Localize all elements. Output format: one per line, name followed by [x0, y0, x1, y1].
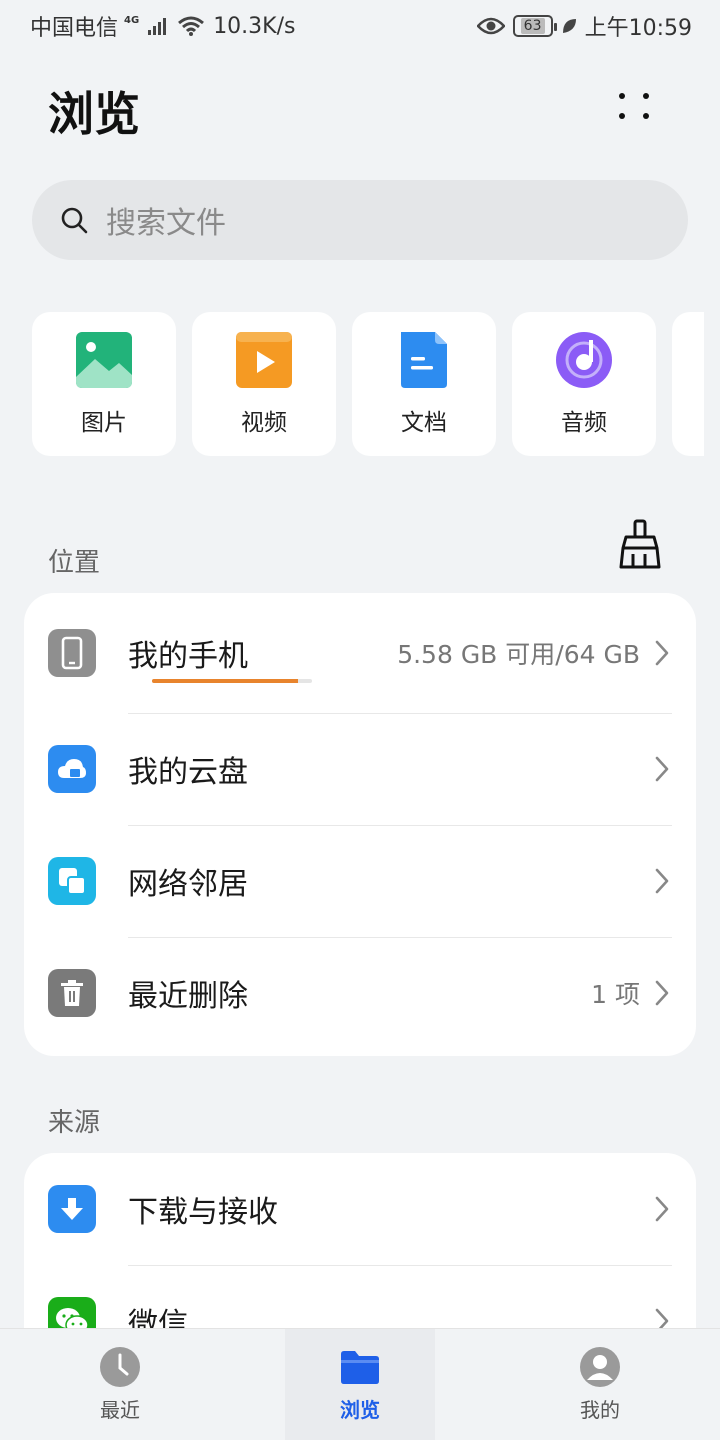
nav-label: 我的	[580, 1398, 620, 1422]
more-dot-icon	[643, 93, 649, 99]
network-type-label: 4G	[124, 14, 140, 26]
category-more[interactable]	[672, 312, 704, 456]
time-label: 上午10:59	[584, 16, 692, 41]
category-label: 文档	[401, 410, 447, 436]
status-bar: 中国电信 4G 10.3K/s 63 上午10:59	[0, 0, 720, 52]
section-title-source: 来源	[48, 1108, 101, 1138]
chevron-right-icon	[655, 756, 669, 782]
audio-icon	[556, 332, 612, 388]
battery-level-label: 63	[520, 18, 545, 34]
search-icon	[61, 207, 88, 234]
location-label: 我的云盘	[128, 755, 248, 790]
file-manager-screen: 中国电信 4G 10.3K/s 63 上午10:59 浏览 搜索文件 图片 视频…	[0, 0, 720, 1440]
category-documents[interactable]: 文档	[352, 312, 496, 456]
image-icon	[76, 332, 132, 388]
location-item-cloud-drive[interactable]: 我的云盘	[24, 713, 696, 825]
search-placeholder: 搜索文件	[106, 206, 226, 241]
nav-tab-browse[interactable]: 浏览	[285, 1329, 435, 1440]
section-title-location: 位置	[48, 548, 101, 578]
trash-icon	[48, 969, 96, 1017]
network-speed-label: 10.3K/s	[213, 13, 296, 39]
category-label: 图片	[81, 410, 127, 436]
search-input[interactable]: 搜索文件	[32, 180, 688, 260]
nav-tab-recent[interactable]: 最近	[0, 1329, 240, 1440]
status-left: 中国电信 4G 10.3K/s	[30, 10, 295, 42]
leaf-icon	[562, 19, 576, 33]
location-label: 网络邻居	[128, 867, 248, 902]
location-label: 最近删除	[128, 979, 248, 1014]
phone-icon	[48, 629, 96, 677]
category-label: 视频	[241, 410, 287, 436]
status-right: 63 上午10:59	[476, 10, 692, 42]
chevron-right-icon	[655, 868, 669, 894]
clean-brush-icon[interactable]	[616, 518, 664, 570]
download-icon	[48, 1185, 96, 1233]
eye-icon	[476, 17, 505, 35]
location-label: 我的手机	[128, 639, 248, 674]
page-title: 浏览	[48, 87, 140, 141]
document-icon	[401, 332, 447, 388]
more-options-button[interactable]	[612, 82, 660, 130]
chevron-right-icon	[655, 640, 669, 666]
location-card: 我的手机 5.58 GB 可用/64 GB 我的云盘 网络邻居 最近删除 1 项	[24, 593, 696, 1056]
storage-usage-fill	[152, 679, 298, 683]
network-icon	[48, 857, 96, 905]
source-item-downloads[interactable]: 下载与接收	[24, 1153, 696, 1265]
battery-icon: 63	[512, 15, 557, 37]
category-videos[interactable]: 视频	[192, 312, 336, 456]
category-audio[interactable]: 音频	[512, 312, 656, 456]
cloud-icon	[48, 745, 96, 793]
nav-label: 浏览	[340, 1398, 380, 1422]
profile-icon	[580, 1347, 620, 1387]
carrier-label: 中国电信	[30, 16, 119, 41]
bottom-nav: 最近 浏览 我的	[0, 1328, 720, 1440]
more-dot-icon	[619, 113, 625, 119]
location-item-my-phone[interactable]: 我的手机 5.58 GB 可用/64 GB	[24, 593, 696, 713]
folder-icon	[341, 1351, 379, 1384]
nav-tab-mine[interactable]: 我的	[480, 1329, 720, 1440]
more-dot-icon	[619, 93, 625, 99]
nav-label: 最近	[100, 1398, 140, 1422]
chevron-right-icon	[655, 1196, 669, 1222]
category-label: 音频	[561, 410, 607, 436]
clock-icon	[100, 1347, 140, 1387]
deleted-count: 1 项	[591, 980, 640, 1009]
source-label: 下载与接收	[128, 1195, 278, 1230]
storage-value: 5.58 GB 可用/64 GB	[397, 640, 640, 669]
chevron-right-icon	[655, 980, 669, 1006]
category-row: 图片 视频 文档 音频	[32, 312, 704, 458]
location-item-network-neighborhood[interactable]: 网络邻居	[24, 825, 696, 937]
wifi-icon	[178, 16, 205, 36]
more-dot-icon	[643, 113, 649, 119]
signal-icon	[148, 18, 167, 35]
storage-usage-bar	[152, 679, 312, 683]
video-icon	[236, 332, 292, 388]
location-item-recently-deleted[interactable]: 最近删除 1 项	[24, 937, 696, 1049]
category-images[interactable]: 图片	[32, 312, 176, 456]
